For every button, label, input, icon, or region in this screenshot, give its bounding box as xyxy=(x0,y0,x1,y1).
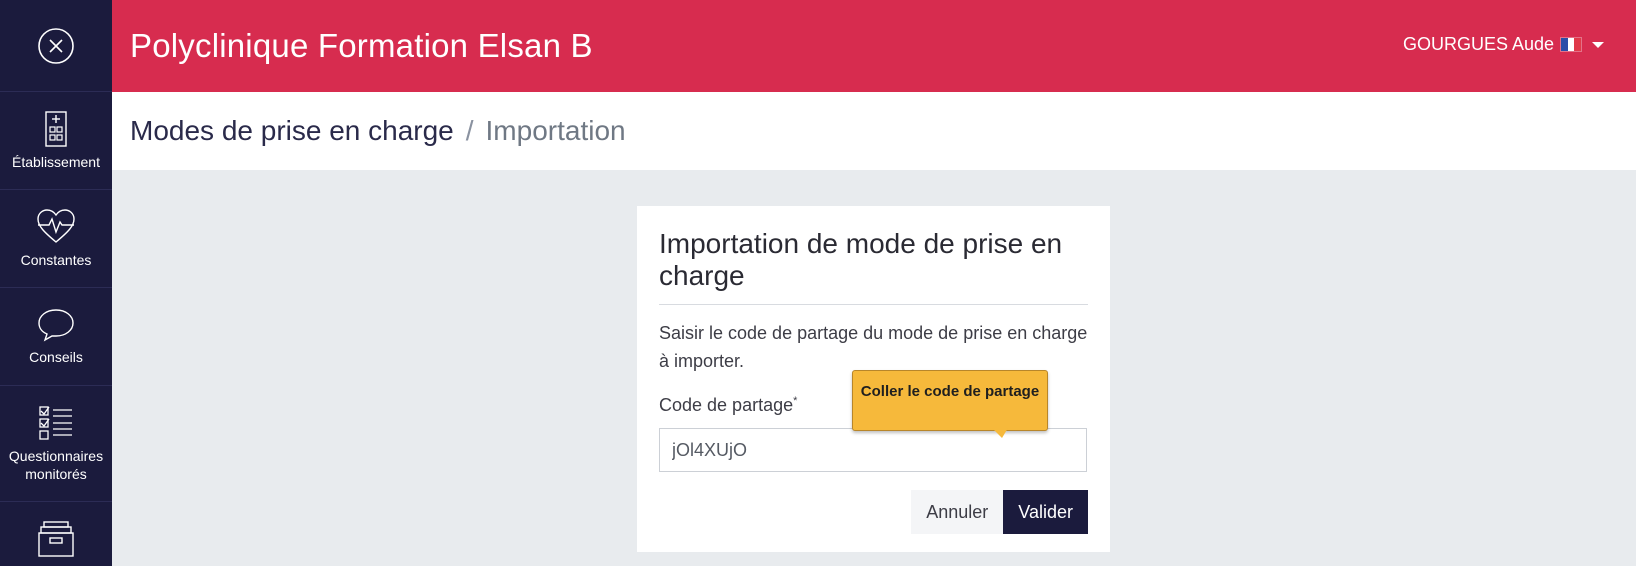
submit-button[interactable]: Valider xyxy=(1003,490,1088,534)
dialog-description: Saisir le code de partage du mode de pri… xyxy=(659,323,1088,371)
breadcrumb: Modes de prise en charge / Importation xyxy=(112,92,1636,170)
checklist-icon xyxy=(39,405,72,440)
dialog-actions: Annuler Valider xyxy=(659,490,1088,534)
close-circle-icon[interactable] xyxy=(37,27,75,65)
breadcrumb-parent[interactable]: Modes de prise en charge xyxy=(130,115,454,147)
close-menu-button[interactable] xyxy=(0,0,112,92)
user-name: GOURGUES Aude xyxy=(1402,34,1554,54)
sidebar-item-archive[interactable] xyxy=(0,502,112,572)
archive-box-icon xyxy=(38,521,74,557)
sidebar-item-etablissement[interactable]: Établissement xyxy=(0,92,112,190)
sidebar-item-label: Conseils xyxy=(29,348,83,365)
main-content: Importation de mode de prise en charge S… xyxy=(112,170,1636,566)
sidebar-item-label: Constantes xyxy=(20,251,92,268)
breadcrumb-separator: / xyxy=(465,115,474,146)
share-code-label-text: Code de partage xyxy=(659,395,794,415)
share-code-input[interactable] xyxy=(659,428,1087,472)
tooltip-pointer xyxy=(992,428,1008,438)
chevron-down-icon xyxy=(1592,41,1604,48)
french-flag-icon xyxy=(1560,37,1582,52)
cancel-button[interactable]: Annuler xyxy=(911,490,1004,534)
speech-bubble-icon xyxy=(38,308,74,342)
sidebar-item-conseils[interactable]: Conseils xyxy=(0,288,112,386)
top-bar: Polyclinique Formation Elsan B GOURGUES … xyxy=(112,0,1636,92)
heart-pulse-icon xyxy=(37,208,75,243)
required-mark: * xyxy=(793,395,798,407)
breadcrumb-current: Importation xyxy=(485,115,626,146)
tooltip-callout: Coller le code de partage xyxy=(852,370,1048,431)
user-menu[interactable]: GOURGUES Aude xyxy=(1403,34,1604,55)
sidebar-item-label: Établissement xyxy=(12,153,100,170)
sidebar-item-label: Questionnaires monitorés xyxy=(8,447,104,482)
sidebar-item-constantes[interactable]: Constantes xyxy=(0,190,112,288)
app-title: Polyclinique Formation Elsan B xyxy=(130,27,593,64)
hospital-icon xyxy=(45,110,67,147)
sidebar: Établissement Constantes Conseils Questi… xyxy=(0,0,112,566)
dialog-title: Importation de mode de prise en charge xyxy=(659,228,1088,305)
sidebar-item-questionnaires[interactable]: Questionnaires monitorés xyxy=(0,386,112,502)
